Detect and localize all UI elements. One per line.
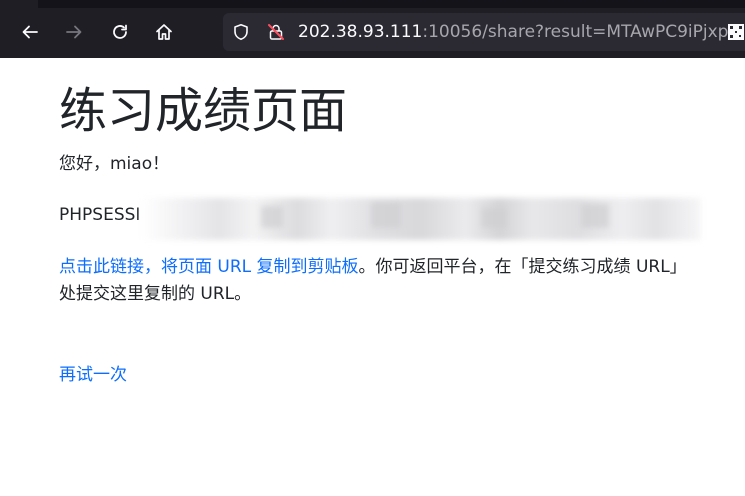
reload-button[interactable] xyxy=(105,17,135,47)
tab-edge-segment xyxy=(0,0,38,8)
redaction-tile xyxy=(261,206,283,228)
session-id-label: PHPSESSI xyxy=(59,205,141,225)
home-icon xyxy=(156,24,172,40)
page-title: 练习成绩页面 xyxy=(59,83,348,139)
home-button[interactable] xyxy=(149,17,179,47)
url-bar[interactable]: 202.38.93.111:10056/share?result=MTAwPC9… xyxy=(223,13,745,51)
browser-toolbar: 202.38.93.111:10056/share?result=MTAwPC9… xyxy=(0,0,745,58)
forward-button[interactable] xyxy=(59,17,89,47)
instruction-paragraph: 点击此链接，将页面 URL 复制到剪贴板。你可返回平台，在「提交练习成绩 URL… xyxy=(59,254,699,308)
url-host: 202.38.93.111 xyxy=(298,22,423,42)
qr-code-icon[interactable] xyxy=(728,24,744,40)
shield-icon xyxy=(234,24,248,41)
redacted-session-value xyxy=(141,198,701,240)
retry-link[interactable]: 再试一次 xyxy=(59,363,127,387)
insecure-lock-icon xyxy=(268,24,284,40)
greeting-text: 您好，miao！ xyxy=(59,154,170,174)
redaction-tile xyxy=(481,208,507,228)
forward-arrow-icon xyxy=(66,25,82,39)
back-arrow-icon xyxy=(22,25,38,39)
tab-strip-edge xyxy=(0,0,745,8)
url-path: :10056/share?result=MTAwPC9iPjxpb xyxy=(422,22,740,42)
url-text[interactable]: 202.38.93.111:10056/share?result=MTAwPC9… xyxy=(298,21,739,43)
site-info-button[interactable] xyxy=(266,22,286,42)
redaction-tile xyxy=(371,202,401,228)
copy-url-link[interactable]: 点击此链接，将页面 URL 复制到剪贴板 xyxy=(59,257,359,277)
tracking-protection-button[interactable] xyxy=(231,22,251,42)
redaction-tile xyxy=(581,204,609,228)
back-button[interactable] xyxy=(15,17,45,47)
reload-icon xyxy=(113,24,127,39)
